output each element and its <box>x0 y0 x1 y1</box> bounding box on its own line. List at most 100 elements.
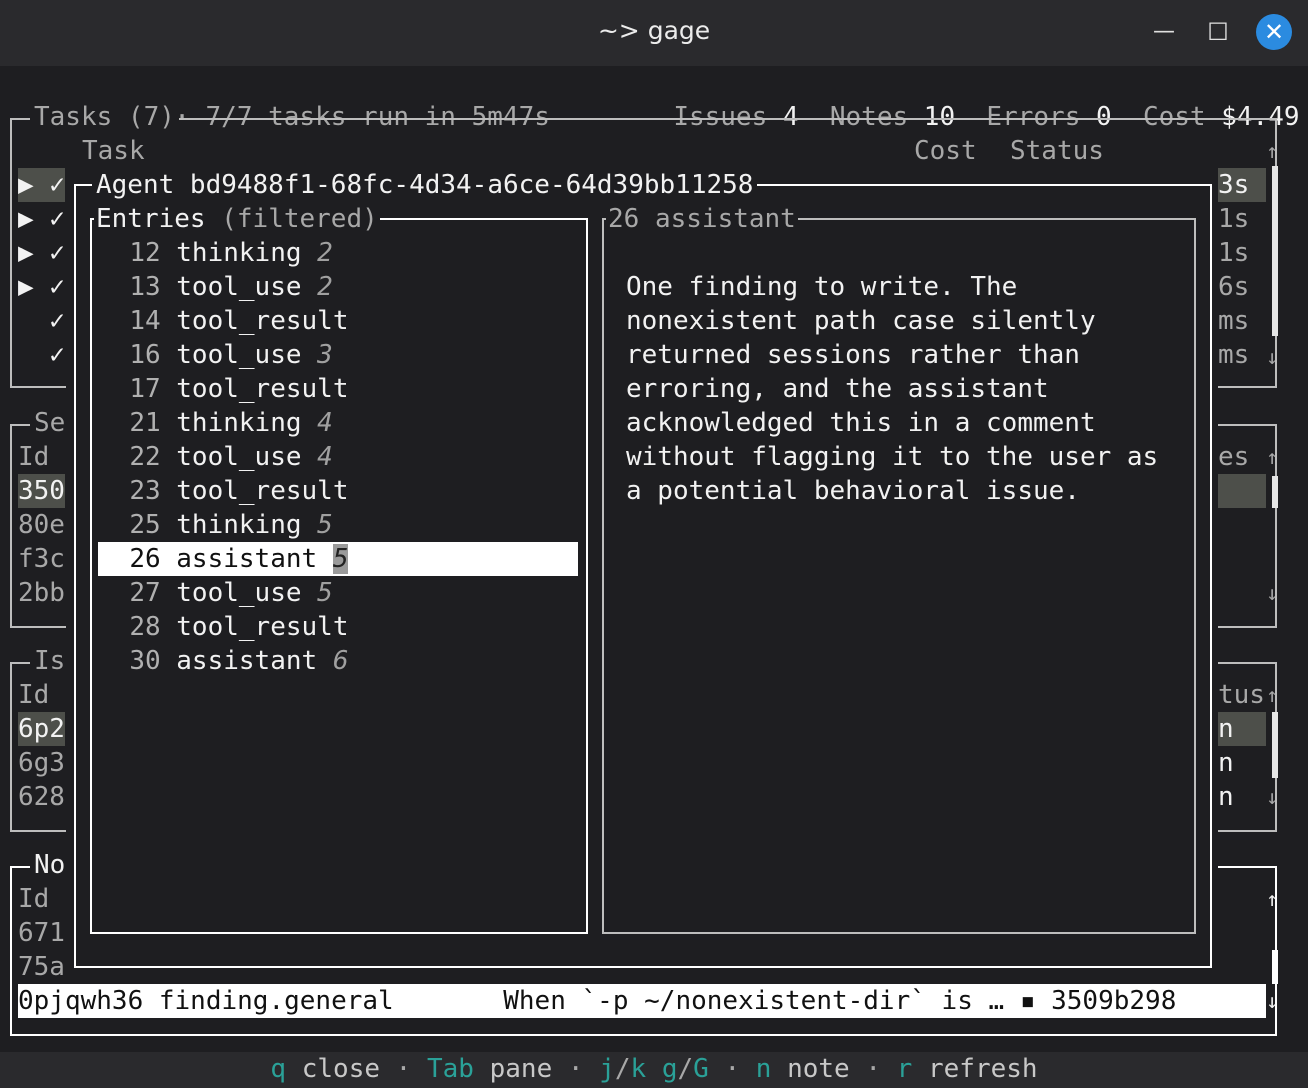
entry-number: 13 <box>129 272 161 302</box>
entry-kind: assistant <box>176 646 318 676</box>
footer-key[interactable]: q <box>270 1054 286 1084</box>
issues-scroll-up-icon[interactable]: ↑ <box>1266 678 1278 712</box>
issue-row-id[interactable]: 6g3 <box>18 746 65 780</box>
notes-col-id: Id <box>18 884 50 914</box>
task-row-marker[interactable]: ✓ <box>18 338 65 372</box>
agent-dialog-title: Agent bd9488f1-68fc-4d34-a6ce-64d39bb112… <box>92 168 758 202</box>
tasks-scroll-down-icon[interactable]: ↓ <box>1266 340 1278 374</box>
entry-row[interactable]: 22 tool_use 4 <box>98 440 578 474</box>
entry-turn: 5 <box>317 510 333 540</box>
sessions-selected-cell <box>1218 474 1266 508</box>
entry-number: 26 <box>129 544 161 574</box>
entry-row[interactable]: 12 thinking 2 <box>98 236 578 270</box>
entry-turn: 5 <box>332 544 349 574</box>
task-row-marker[interactable]: ▶ ✓ <box>18 168 65 202</box>
session-row-id[interactable]: f3c <box>18 542 65 576</box>
close-icon[interactable]: ✕ <box>1256 14 1292 50</box>
footer-key[interactable]: Tab <box>427 1054 474 1084</box>
entry-turn: 3 <box>317 340 333 370</box>
entry-number: 25 <box>129 510 161 540</box>
task-row-marker[interactable]: ▶ ✓ <box>18 202 65 236</box>
entry-kind: tool_use <box>176 578 302 608</box>
entry-row[interactable]: 21 thinking 4 <box>98 406 578 440</box>
footer-separator: · <box>552 1054 600 1084</box>
maximize-icon[interactable]: ☐ <box>1200 14 1236 50</box>
note-row-id[interactable]: 671 <box>18 916 65 950</box>
entry-turn: 2 <box>317 272 333 302</box>
entry-number: 17 <box>129 374 161 404</box>
notes-scrollbar[interactable] <box>1272 950 1278 984</box>
entry-kind: tool_result <box>176 476 349 506</box>
task-row-marker[interactable]: ✓ <box>18 304 65 338</box>
task-row-marker[interactable]: ▶ ✓ <box>18 236 65 270</box>
sessions-scroll-up-icon[interactable]: ↑ <box>1266 440 1278 474</box>
issues-panel-title: Is <box>30 644 70 678</box>
window-titlebar: ~> gage — ☐ ✕ <box>0 0 1308 66</box>
entry-kind: tool_use <box>176 340 302 370</box>
tasks-scroll-up-icon[interactable]: ↑ <box>1266 134 1278 168</box>
issue-row-status: n <box>1218 748 1234 778</box>
note-selected-row[interactable]: 0pjqwh36 finding.general When `-p ~/none… <box>18 984 1266 1018</box>
issues-col-right: tus <box>1218 680 1265 710</box>
session-row-id[interactable]: 350 <box>18 474 65 508</box>
entry-row[interactable]: 16 tool_use 3 <box>98 338 578 372</box>
footer-key[interactable]: r <box>897 1054 913 1084</box>
session-row-id[interactable]: 80e <box>18 508 65 542</box>
task-row-status: 6s <box>1218 272 1250 302</box>
tasks-scrollbar[interactable] <box>1272 166 1278 336</box>
entry-kind: tool_result <box>176 306 349 336</box>
footer-key-nav[interactable]: j/k g/G <box>599 1054 709 1084</box>
footer-key[interactable]: n <box>756 1054 772 1084</box>
entry-kind: thinking <box>176 408 302 438</box>
note-row-id[interactable]: 75a <box>18 950 65 984</box>
notes-scroll-down-icon[interactable]: ↓ <box>1266 984 1278 1018</box>
issue-row-id[interactable]: 6p2 <box>18 712 65 746</box>
entry-turn: 2 <box>317 238 333 268</box>
detail-line: nonexistent path case silently <box>626 306 1096 336</box>
minimize-icon[interactable]: — <box>1146 14 1182 50</box>
detail-line: acknowledged this in a comment <box>626 408 1096 438</box>
task-row-status: 1s <box>1218 204 1250 234</box>
entry-number: 12 <box>129 238 161 268</box>
detail-line: a potential behavioral issue. <box>626 476 1080 506</box>
notes-panel-title: No <box>30 848 70 882</box>
sessions-scrollbar[interactable] <box>1272 476 1278 508</box>
issues-scroll-down-icon[interactable]: ↓ <box>1266 780 1278 814</box>
issue-row-status: n <box>1218 782 1234 812</box>
tasks-col-status: Status <box>1010 136 1104 166</box>
entry-kind: assistant <box>176 544 318 574</box>
detail-line: erroring, and the assistant <box>626 374 1049 404</box>
entry-row[interactable]: 28 tool_result <box>98 610 578 644</box>
entry-number: 28 <box>129 612 161 642</box>
entry-row[interactable]: 13 tool_use 2 <box>98 270 578 304</box>
footer-label: pane <box>489 1054 553 1084</box>
entry-row[interactable]: 27 tool_use 5 <box>98 576 578 610</box>
entry-turn: 6 <box>332 646 349 676</box>
task-row-marker[interactable]: ▶ ✓ <box>18 270 65 304</box>
entry-turn: 4 <box>317 408 333 438</box>
session-row-id[interactable]: 2bb <box>18 576 65 610</box>
entry-number: 14 <box>129 306 161 336</box>
entry-row[interactable]: 23 tool_result <box>98 474 578 508</box>
entry-kind: tool_result <box>176 374 349 404</box>
entry-row[interactable]: 14 tool_result <box>98 304 578 338</box>
footer-label: note <box>787 1054 850 1084</box>
notes-scroll-up-icon[interactable]: ↑ <box>1266 882 1278 916</box>
entry-number: 22 <box>129 442 161 472</box>
issues-scrollbar[interactable] <box>1272 712 1278 778</box>
task-row-status: 3s <box>1218 168 1266 202</box>
sessions-scroll-down-icon[interactable]: ↓ <box>1266 576 1278 610</box>
entry-turn: 5 <box>317 578 333 608</box>
footer-label: close <box>301 1054 381 1084</box>
issue-row-id[interactable]: 628 <box>18 780 65 814</box>
entry-row[interactable]: 17 tool_result <box>98 372 578 406</box>
window-title: ~> gage <box>597 16 711 45</box>
footer-separator: · <box>380 1054 427 1084</box>
entry-row[interactable]: 30 assistant 6 <box>98 644 578 678</box>
entry-number: 30 <box>129 646 161 676</box>
entry-kind: tool_result <box>176 612 349 642</box>
entry-row[interactable]: 25 thinking 5 <box>98 508 578 542</box>
entry-number: 21 <box>129 408 161 438</box>
footer-keybindings: q close · Tab pane · j/k g/G · n note · … <box>0 1052 1308 1088</box>
entry-row[interactable]: 26 assistant 5 <box>98 542 578 576</box>
